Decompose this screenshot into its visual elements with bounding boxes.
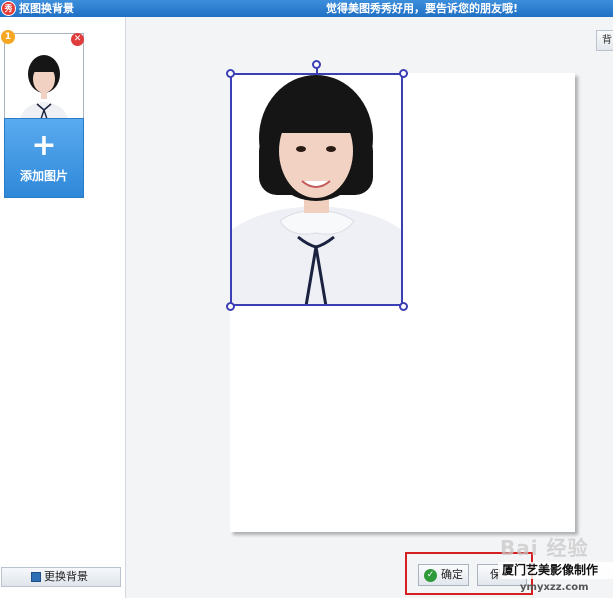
confirm-button[interactable]: ✓ 确定	[418, 564, 469, 586]
portrait-thumbnail-image	[11, 44, 77, 124]
plus-icon: +	[31, 128, 57, 163]
studio-watermark: 厦门艺美影像制作	[498, 562, 613, 579]
order-badge: 1	[1, 30, 15, 44]
title-bar: 秀 抠图换背景 觉得美图秀秀好用，要告诉您的朋友哦!	[0, 0, 613, 17]
change-background-button[interactable]: 更换背景	[1, 567, 121, 587]
image-icon	[31, 572, 41, 582]
app-logo-icon: 秀	[1, 1, 16, 16]
background-button[interactable]: 背	[596, 30, 613, 51]
studio-url-watermark: ymyxzz.com	[520, 582, 589, 593]
close-icon[interactable]: ✕	[71, 33, 84, 46]
add-image-label: 添加图片	[19, 169, 68, 183]
slogan-link[interactable]: 觉得美图秀秀好用，要告诉您的朋友哦!	[326, 0, 518, 17]
resize-handle-bottom-left[interactable]	[226, 302, 235, 311]
rotate-handle[interactable]	[312, 60, 321, 69]
baidu-watermark: Bai 经验	[500, 536, 589, 560]
add-image-button[interactable]: + 添加图片	[4, 118, 84, 198]
change-background-label: 更换背景	[44, 570, 88, 583]
selection-frame[interactable]	[230, 73, 403, 306]
image-thumbnail[interactable]: 1 ✕	[1, 30, 84, 129]
window-title: 抠图换背景	[19, 2, 74, 15]
resize-handle-top-right[interactable]	[399, 69, 408, 78]
sidebar: 1 ✕ + 添加图片 更换背景	[0, 17, 126, 598]
resize-handle-bottom-right[interactable]	[399, 302, 408, 311]
resize-handle-top-left[interactable]	[226, 69, 235, 78]
check-icon: ✓	[424, 569, 437, 582]
confirm-label: 确定	[441, 568, 463, 581]
